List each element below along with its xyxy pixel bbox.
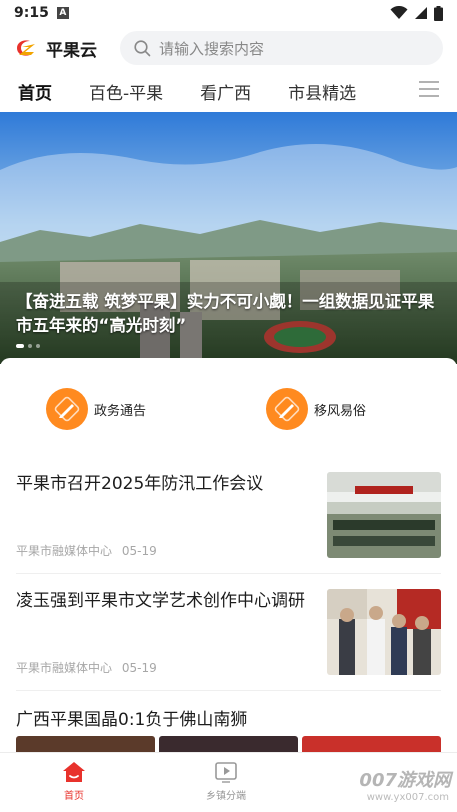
news-thumbnail — [327, 472, 441, 558]
carousel-dot — [16, 344, 24, 348]
carousel-dot — [28, 344, 32, 348]
news-title: 平果市召开2025年防汛工作会议 — [16, 474, 264, 494]
app-header: 平果云 请输入搜索内容 — [0, 28, 457, 68]
news-meta: 平果市融媒体中心 05-19 — [16, 542, 157, 559]
content-sheet: 政务通告 移风易俗 平果市召开2025年防汛工作会议 平果市融媒体中心 05-1… — [0, 358, 457, 760]
news-item[interactable]: 平果市召开2025年防汛工作会议 平果市融媒体中心 05-19 — [16, 472, 441, 558]
pencil-ruler-icon — [266, 388, 308, 430]
carousel-dot — [36, 344, 40, 348]
battery-icon — [434, 5, 443, 21]
channel-tabs: 首页 百色-平果 看广西 市县精选 — [0, 72, 457, 110]
status-bar: 9:15 A — [0, 0, 457, 26]
news-title: 凌玉强到平果市文学艺术创作中心调研 — [16, 591, 305, 611]
home-icon — [63, 762, 85, 782]
notification-a-icon: A — [56, 7, 69, 19]
service-shortcuts: 政务通告 移风易俗 — [0, 388, 457, 438]
watermark-url: www.yx007.com — [366, 792, 449, 803]
news-item[interactable]: 凌玉强到平果市文学艺术创作中心调研 平果市融媒体中心 05-19 — [16, 589, 441, 675]
signal-icon — [415, 7, 427, 19]
nav-township[interactable]: 乡镇分端 — [206, 761, 246, 802]
tab-baise-pingguo[interactable]: 百色-平果 — [89, 79, 163, 104]
search-placeholder: 请输入搜索内容 — [159, 39, 265, 58]
news-title: 广西平果国晶0:1负于佛山南狮 — [16, 710, 248, 730]
nav-home[interactable]: 首页 — [62, 761, 86, 802]
app-logo-icon — [17, 40, 35, 56]
tab-guangxi[interactable]: 看广西 — [200, 79, 251, 104]
news-item[interactable]: 广西平果国晶0:1负于佛山南狮 — [16, 708, 441, 738]
nav-label: 首页 — [64, 791, 84, 802]
hero-title: 【奋进五载 筑梦平果】实力不可小觑！一组数据见证平果市五年来的“高光时刻” — [16, 292, 435, 335]
app-screen: 9:15 A 平果云 请输入搜索内容 首页 百色-平果 看广西 市县精选 【奋进… — [0, 0, 457, 812]
status-icons — [390, 5, 443, 21]
service-label: 移风易俗 — [314, 403, 367, 419]
divider — [16, 573, 441, 574]
nav-label: 乡镇分端 — [206, 791, 246, 802]
search-icon — [134, 39, 151, 56]
news-date: 05-19 — [121, 661, 157, 675]
watermark: 007游戏网 — [359, 770, 451, 791]
divider — [16, 690, 441, 691]
news-date: 05-19 — [121, 544, 157, 558]
status-time: 9:15 — [14, 5, 49, 21]
hero-banner[interactable]: 【奋进五载 筑梦平果】实力不可小觑！一组数据见证平果市五年来的“高光时刻” — [0, 112, 457, 364]
news-meta: 平果市融媒体中心 05-19 — [16, 659, 157, 676]
search-bar[interactable]: 请输入搜索内容 — [120, 31, 443, 65]
news-thumbnail — [327, 589, 441, 675]
service-custom-reform[interactable]: 移风易俗 — [266, 388, 366, 430]
news-source: 平果市融媒体中心 — [16, 661, 113, 675]
tab-county-picks[interactable]: 市县精选 — [288, 79, 356, 104]
news-source: 平果市融媒体中心 — [16, 544, 113, 558]
app-logo[interactable]: 平果云 — [14, 36, 124, 61]
menu-icon[interactable] — [419, 80, 439, 98]
service-label: 政务通告 — [94, 403, 147, 419]
app-name: 平果云 — [46, 40, 97, 61]
service-government-notice[interactable]: 政务通告 — [46, 388, 146, 430]
carousel-indicator — [16, 344, 40, 348]
pencil-ruler-icon — [46, 388, 88, 430]
wifi-icon — [390, 6, 408, 19]
video-play-icon — [215, 762, 237, 783]
tab-home[interactable]: 首页 — [18, 79, 52, 104]
